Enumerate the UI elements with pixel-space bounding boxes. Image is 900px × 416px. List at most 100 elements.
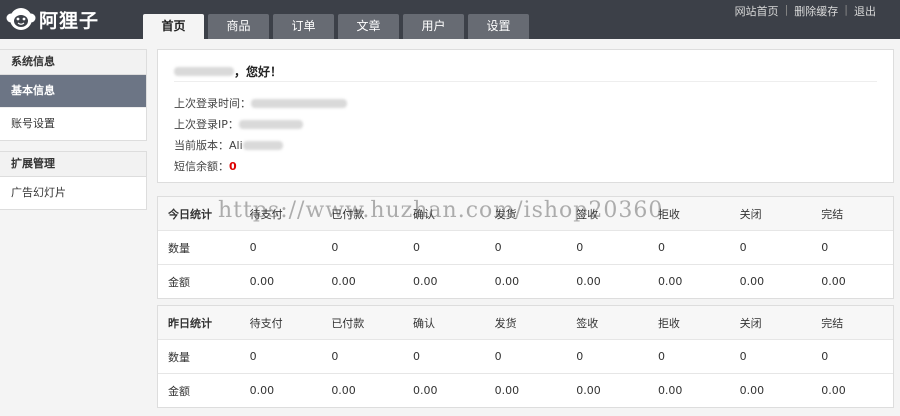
table-header-cell: 确认 xyxy=(402,197,485,231)
main-nav-tabs: 首页 商品 订单 文章 用户 设置 xyxy=(143,14,533,40)
table-cell: 0 xyxy=(566,339,648,374)
table-cell: 0.00 xyxy=(402,264,485,298)
today-stats-panel: 今日统计 待支付 已付款 确认 发货 签收 拒收 关闭 完结 数量 0 0 0 … xyxy=(157,196,894,299)
table-row: 数量 0 0 0 0 0 0 0 0 xyxy=(158,339,893,374)
tab-users[interactable]: 用户 xyxy=(403,14,464,39)
table-cell: 0.00 xyxy=(811,373,893,407)
table-header-cell: 确认 xyxy=(402,306,485,340)
table-header-cell: 签收 xyxy=(566,306,648,340)
table-header-cell: 已付款 xyxy=(321,197,403,231)
last-login-time-label: 上次登录时间： xyxy=(174,97,251,110)
table-header-cell: 拒收 xyxy=(647,306,730,340)
table-header-cell: 已付款 xyxy=(321,306,403,340)
table-cell: 0 xyxy=(321,339,403,374)
table-cell: 金额 xyxy=(158,373,240,407)
clear-cache-link[interactable]: 删除缓存 xyxy=(794,3,838,19)
table-header-row: 昨日统计 待支付 已付款 确认 发货 签收 拒收 关闭 完结 xyxy=(158,306,893,340)
today-stats-table: 今日统计 待支付 已付款 确认 发货 签收 拒收 关闭 完结 数量 0 0 0 … xyxy=(158,197,893,298)
table-cell: 0 xyxy=(811,339,893,374)
table-header-cell: 关闭 xyxy=(729,197,812,231)
table-header-cell: 完结 xyxy=(811,306,893,340)
blurred-value xyxy=(242,140,283,150)
last-login-time: 上次登录时间： xyxy=(174,95,347,111)
table-row: 金额 0.00 0.00 0.00 0.00 0.00 0.00 0.00 0.… xyxy=(158,264,893,298)
table-header-cell: 完结 xyxy=(811,197,893,231)
sidebar-group-title: 系统信息 xyxy=(0,50,146,75)
table-cell: 0.00 xyxy=(402,373,485,407)
table-cell: 0 xyxy=(402,339,485,374)
blurred-value xyxy=(251,98,347,108)
tab-orders[interactable]: 订单 xyxy=(273,14,334,39)
tab-home[interactable]: 首页 xyxy=(143,14,204,40)
table-cell: 0 xyxy=(811,230,893,265)
sidebar-group-title: 扩展管理 xyxy=(0,152,146,177)
table-header-cell: 发货 xyxy=(484,306,567,340)
sms-balance: 短信余额： 0 xyxy=(174,158,237,174)
table-header-cell: 今日统计 xyxy=(158,197,240,231)
table-cell: 0.00 xyxy=(729,373,812,407)
table-cell: 0 xyxy=(239,339,322,374)
blurred-username xyxy=(174,67,234,76)
logo[interactable]: 阿狸子 xyxy=(6,4,99,34)
table-cell: 0 xyxy=(647,339,730,374)
table-header-cell: 昨日统计 xyxy=(158,306,240,340)
table-cell: 0 xyxy=(484,230,567,265)
current-version: 当前版本：Ali xyxy=(174,137,283,153)
monkey-logo-icon xyxy=(6,6,36,32)
table-header-cell: 关闭 xyxy=(729,306,812,340)
last-login-ip-label: 上次登录IP： xyxy=(174,118,239,131)
divider xyxy=(174,81,877,82)
table-row: 数量 0 0 0 0 0 0 0 0 xyxy=(158,230,893,265)
tab-articles[interactable]: 文章 xyxy=(338,14,399,39)
sidebar-group-extensions: 扩展管理 广告幻灯片 xyxy=(0,151,147,210)
greeting: ，您好！ xyxy=(174,63,282,80)
logo-text: 阿狸子 xyxy=(39,9,100,32)
tab-products[interactable]: 商品 xyxy=(208,14,269,39)
table-cell: 数量 xyxy=(158,230,240,265)
table-header-cell: 签收 xyxy=(566,197,648,231)
table-header-cell: 待支付 xyxy=(239,197,322,231)
table-header-cell: 拒收 xyxy=(647,197,730,231)
blurred-value xyxy=(238,119,303,129)
sidebar: 系统信息 基本信息 账号设置 扩展管理 广告幻灯片 xyxy=(0,49,147,220)
table-cell: 0 xyxy=(239,230,322,265)
welcome-panel: ，您好！ 上次登录时间： 上次登录IP： 当前版本：Ali 短信余额： 0 xyxy=(157,49,894,183)
table-cell: 0 xyxy=(321,230,403,265)
table-cell: 0.00 xyxy=(729,264,812,298)
sidebar-item-ad-slides[interactable]: 广告幻灯片 xyxy=(0,177,146,209)
table-cell: 0.00 xyxy=(239,373,322,407)
table-header-row: 今日统计 待支付 已付款 确认 发货 签收 拒收 关闭 完结 xyxy=(158,197,893,231)
table-cell: 0 xyxy=(566,230,648,265)
greeting-text: ，您好！ xyxy=(234,65,283,79)
table-cell: 0.00 xyxy=(566,373,648,407)
table-cell: 0.00 xyxy=(647,373,730,407)
top-links: 网站首页 | 删除缓存 | 退出 xyxy=(735,3,876,19)
sms-balance-value: 0 xyxy=(229,159,237,173)
tab-settings[interactable]: 设置 xyxy=(468,14,529,39)
table-cell: 0 xyxy=(647,230,730,265)
sidebar-item-basic-info[interactable]: 基本信息 xyxy=(0,75,146,107)
table-cell: 0.00 xyxy=(239,264,322,298)
yesterday-stats-table: 昨日统计 待支付 已付款 确认 发货 签收 拒收 关闭 完结 数量 0 0 0 … xyxy=(158,306,893,407)
sidebar-group-system: 系统信息 基本信息 账号设置 xyxy=(0,49,147,141)
table-cell: 0 xyxy=(729,230,812,265)
link-separator: | xyxy=(844,3,848,16)
table-cell: 数量 xyxy=(158,339,240,374)
table-cell: 0 xyxy=(729,339,812,374)
table-cell: 0 xyxy=(402,230,485,265)
sidebar-item-account-settings[interactable]: 账号设置 xyxy=(0,107,146,140)
table-cell: 0.00 xyxy=(484,373,567,407)
table-cell: 0 xyxy=(484,339,567,374)
logout-link[interactable]: 退出 xyxy=(854,3,876,19)
sms-balance-label: 短信余额： xyxy=(174,160,229,173)
version-label: 当前版本：Ali xyxy=(174,139,243,152)
yesterday-stats-panel: 昨日统计 待支付 已付款 确认 发货 签收 拒收 关闭 完结 数量 0 0 0 … xyxy=(157,305,894,408)
table-row: 金额 0.00 0.00 0.00 0.00 0.00 0.00 0.00 0.… xyxy=(158,373,893,407)
table-cell: 0.00 xyxy=(647,264,730,298)
table-header-cell: 待支付 xyxy=(239,306,322,340)
table-cell: 0.00 xyxy=(321,264,403,298)
top-bar: 阿狸子 首页 商品 订单 文章 用户 设置 网站首页 | 删除缓存 | 退出 xyxy=(0,0,900,40)
site-home-link[interactable]: 网站首页 xyxy=(735,3,779,19)
table-cell: 0.00 xyxy=(566,264,648,298)
link-separator: | xyxy=(784,3,789,16)
